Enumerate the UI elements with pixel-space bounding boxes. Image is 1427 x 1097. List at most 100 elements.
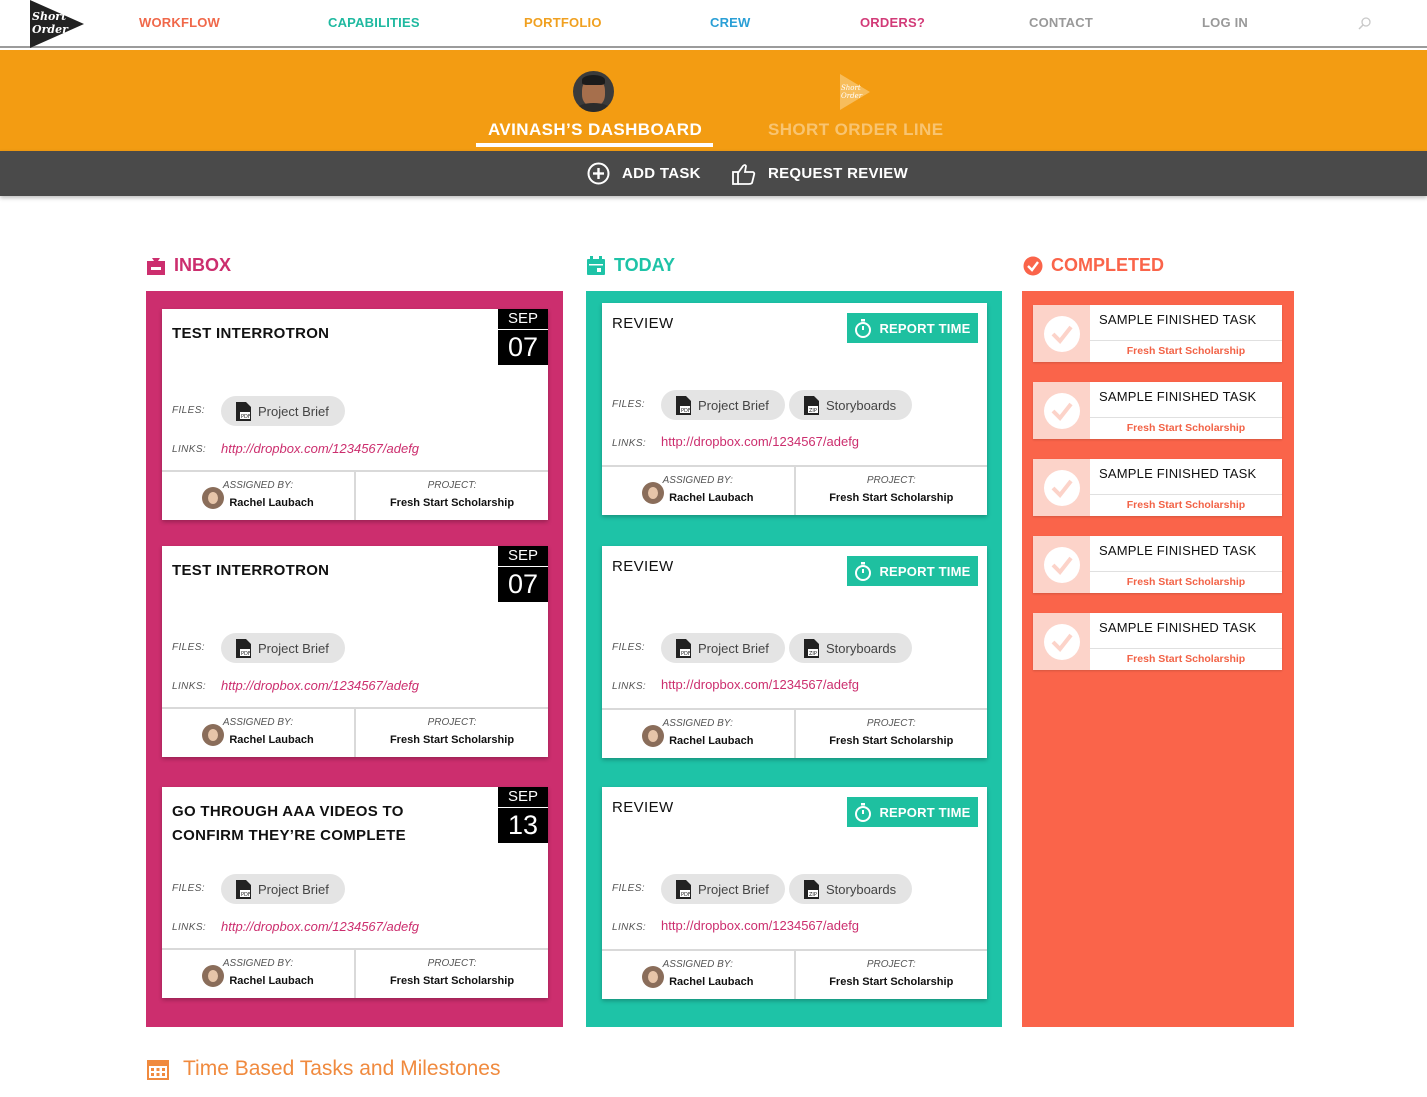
file-chip-project-brief[interactable]: PDF Project Brief <box>221 396 345 426</box>
files-label: FILES: <box>172 405 205 416</box>
svg-text:Order: Order <box>32 23 69 36</box>
completed-task-title: SAMPLE FINISHED TASK <box>1099 543 1257 558</box>
file-chip-project-brief[interactable]: PDF Project Brief <box>661 390 785 420</box>
request-review-button[interactable]: REQUEST REVIEW <box>732 151 908 196</box>
add-task-button[interactable]: ADD TASK <box>587 151 701 196</box>
files-label: FILES: <box>612 883 645 894</box>
file-chip-project-brief[interactable]: PDF Project Brief <box>661 874 785 904</box>
today-task-card[interactable]: REVIEW REPORT TIME FILES: PDF Project Br… <box>602 303 987 515</box>
inbox-task-card[interactable]: GO THROUGH AAA VIDEOS TO CONFIRM THEY’RE … <box>162 787 548 998</box>
zip-file-icon: ZIP <box>804 395 819 415</box>
pdf-file-icon: PDF <box>676 638 691 658</box>
user-avatar <box>573 71 614 112</box>
zip-file-icon: ZIP <box>804 879 819 899</box>
completed-task-item[interactable]: SAMPLE FINISHED TASK Fresh Start Scholars… <box>1033 536 1282 593</box>
nav-capabilities[interactable]: CAPABILITIES <box>328 15 420 30</box>
card-footer: ASSIGNED BY: Rachel Laubach PROJECT: Fresh… <box>162 707 548 757</box>
add-task-label: ADD TASK <box>622 165 701 182</box>
check-circle-icon <box>1043 546 1080 583</box>
pdf-file-icon: PDF <box>236 638 251 658</box>
files-label: FILES: <box>612 642 645 653</box>
tab-short-order-line[interactable]: SHORT ORDER LINE <box>768 120 943 140</box>
nav-workflow[interactable]: WORKFLOW <box>139 15 220 30</box>
task-title: REVIEW <box>612 315 674 332</box>
completed-title: COMPLETED <box>1051 255 1165 275</box>
inbox-task-card[interactable]: TEST INTERROTRON SEP 07 FILES: PDF Projec… <box>162 309 548 520</box>
nav-crew[interactable]: CREW <box>710 15 751 30</box>
dropbox-link[interactable]: http://dropbox.com/1234567/adefg <box>221 441 419 456</box>
pdf-file-icon: PDF <box>676 395 691 415</box>
calendar-icon <box>587 255 605 275</box>
stopwatch-icon <box>855 802 872 822</box>
plus-circle-icon <box>587 162 610 185</box>
file-chip-project-brief[interactable]: PDF Project Brief <box>221 633 345 663</box>
due-date-badge: SEP 07 <box>498 546 548 602</box>
today-title: TODAY <box>614 255 676 275</box>
short-order-logo[interactable]: Short Order <box>30 0 84 48</box>
completed-task-project: Fresh Start Scholarship <box>1090 571 1282 593</box>
file-chip-project-brief[interactable]: PDF Project Brief <box>661 633 785 663</box>
nav-portfolio[interactable]: PORTFOLIO <box>524 15 602 30</box>
today-task-card[interactable]: REVIEW REPORT TIME FILES: PDF Project Br… <box>602 546 987 758</box>
completed-task-item[interactable]: SAMPLE FINISHED TASK Fresh Start Scholars… <box>1033 382 1282 439</box>
report-time-button[interactable]: REPORT TIME <box>847 556 978 586</box>
links-label: LINKS: <box>172 922 207 933</box>
zip-file-icon: ZIP <box>804 638 819 658</box>
completed-task-item[interactable]: SAMPLE FINISHED TASK Fresh Start Scholars… <box>1033 613 1282 670</box>
nav-contact[interactable]: CONTACT <box>1029 15 1093 30</box>
pdf-file-icon: PDF <box>236 879 251 899</box>
file-chip-project-brief[interactable]: PDF Project Brief <box>221 874 345 904</box>
completed-task-project: Fresh Start Scholarship <box>1090 417 1282 439</box>
nav-log-in[interactable]: LOG IN <box>1202 15 1248 30</box>
svg-text:Order: Order <box>841 92 863 100</box>
stopwatch-icon <box>855 318 872 338</box>
file-chip-storyboards[interactable]: ZIP Storyboards <box>789 390 913 420</box>
completed-task-item[interactable]: SAMPLE FINISHED TASK Fresh Start Scholars… <box>1033 459 1282 516</box>
assigned-by-name: Rachel Laubach <box>669 975 754 988</box>
links-label: LINKS: <box>612 922 647 933</box>
dropbox-link[interactable]: http://dropbox.com/1234567/adefg <box>221 919 419 934</box>
today-task-card[interactable]: REVIEW REPORT TIME FILES: PDF Project Br… <box>602 787 987 999</box>
project-name: Fresh Start Scholarship <box>389 734 515 746</box>
dropbox-link[interactable]: http://dropbox.com/1234567/adefg <box>661 434 859 449</box>
dropbox-link[interactable]: http://dropbox.com/1234567/adefg <box>661 918 859 933</box>
tab-my-dashboard[interactable]: AVINASH’S DASHBOARD <box>488 120 702 140</box>
dropbox-link[interactable]: http://dropbox.com/1234567/adefg <box>661 677 859 692</box>
completed-task-title: SAMPLE FINISHED TASK <box>1099 312 1257 327</box>
report-time-button[interactable]: REPORT TIME <box>847 313 978 343</box>
pdf-file-icon: PDF <box>236 401 251 421</box>
completed-heading: COMPLETED <box>1023 255 1164 276</box>
svg-text:ZIP: ZIP <box>809 408 817 414</box>
links-label: LINKS: <box>172 681 207 692</box>
assignee-avatar <box>642 966 665 988</box>
completed-task-title: SAMPLE FINISHED TASK <box>1099 620 1257 635</box>
task-title: TEST INTERROTRON <box>172 562 330 579</box>
file-chip-storyboards[interactable]: ZIP Storyboards <box>789 874 913 904</box>
assignee-avatar <box>202 965 225 987</box>
files-label: FILES: <box>172 883 205 894</box>
today-heading: TODAY <box>586 255 675 276</box>
check-circle-icon <box>1023 256 1043 275</box>
report-time-button[interactable]: REPORT TIME <box>847 797 978 827</box>
completed-task-project: Fresh Start Scholarship <box>1090 494 1282 516</box>
svg-text:PDF: PDF <box>681 892 691 898</box>
milestones-title: Time Based Tasks and Milestones <box>183 1057 501 1080</box>
dropbox-link[interactable]: http://dropbox.com/1234567/adefg <box>221 678 419 693</box>
action-toolbar: ADD TASK REQUEST REVIEW <box>0 151 1427 196</box>
svg-text:ZIP: ZIP <box>809 651 817 657</box>
search-icon[interactable] <box>1358 16 1372 30</box>
nav-orders[interactable]: ORDERS? <box>860 15 925 30</box>
pdf-file-icon: PDF <box>676 879 691 899</box>
file-chip-storyboards[interactable]: ZIP Storyboards <box>789 633 913 663</box>
check-circle-icon <box>1043 315 1080 352</box>
inbox-task-card[interactable]: TEST INTERROTRON SEP 07 FILES: PDF Projec… <box>162 546 548 757</box>
inbox-heading: INBOX <box>146 255 231 276</box>
completed-task-item[interactable]: SAMPLE FINISHED TASK Fresh Start Scholars… <box>1033 305 1282 362</box>
due-date-badge: SEP 07 <box>498 309 548 365</box>
project-name: Fresh Start Scholarship <box>389 975 515 987</box>
active-tab-underline <box>476 143 713 147</box>
completed-panel: SAMPLE FINISHED TASK Fresh Start Scholars… <box>1022 291 1294 1027</box>
svg-text:Short: Short <box>32 10 66 23</box>
inbox-icon <box>147 257 165 275</box>
project-name: Fresh Start Scholarship <box>389 497 515 509</box>
